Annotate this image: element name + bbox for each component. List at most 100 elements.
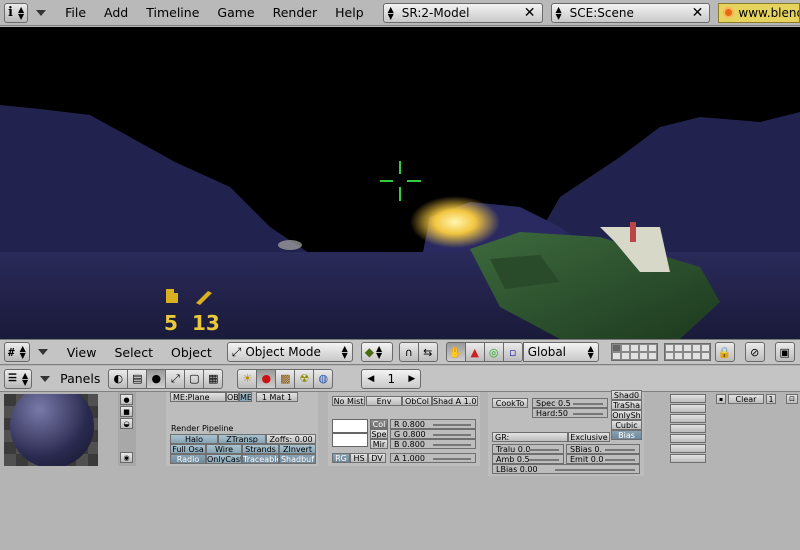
draw-type-selector[interactable]: ◆ ▲ ▼	[360, 342, 393, 362]
full-osa-button[interactable]: Full Osa	[170, 444, 206, 454]
ztransp-button[interactable]: ZTransp	[218, 434, 266, 444]
red-slider[interactable]: R 0.800	[390, 419, 476, 429]
rotate-icon[interactable]: ◎	[483, 342, 504, 362]
editor-type-selector[interactable]: # ▲ ▼	[4, 342, 30, 362]
object-icon[interactable]: ⤢	[165, 368, 186, 389]
collapse-triangle-icon[interactable]	[36, 9, 47, 16]
lock-icon[interactable]: 🔒	[714, 342, 735, 362]
wire-button[interactable]: Wire	[206, 444, 242, 454]
shad-alpha-field[interactable]: Shad A 1.00	[432, 396, 478, 406]
bias-button[interactable]: Bias	[611, 430, 642, 440]
scene-selector[interactable]: ▲ ▼ SCE:Scene ✕	[550, 2, 711, 23]
obcol-button[interactable]: ObCol	[402, 396, 432, 406]
menu-view[interactable]: View	[58, 345, 106, 360]
texture-channel-2[interactable]	[670, 404, 706, 413]
spec-slider[interactable]: Spec 0.5	[532, 398, 608, 408]
logic-icon[interactable]: ◐	[108, 368, 129, 389]
lbias-slider[interactable]: LBias 0.00	[492, 464, 640, 474]
scene-name[interactable]: SCE:Scene	[566, 6, 686, 20]
blue-slider[interactable]: B 0.800	[390, 439, 476, 449]
color-swatch-diffuse[interactable]	[332, 419, 368, 433]
mode-selector[interactable]: ⤢ Object Mode ▲ ▼	[226, 342, 353, 362]
layer-buttons-right[interactable]	[663, 343, 711, 361]
green-slider[interactable]: G 0.800	[390, 429, 476, 439]
menu-object[interactable]: Object	[162, 345, 221, 360]
preview-cube-icon[interactable]: ■	[120, 406, 133, 417]
texture-icon[interactable]: ▩	[275, 368, 296, 389]
shadbuf-button[interactable]: Shadbuf	[279, 454, 316, 464]
frame-value[interactable]: 1	[388, 372, 396, 386]
col-tab[interactable]: Col	[370, 419, 388, 429]
preview-sphere-icon[interactable]: ●	[120, 394, 133, 405]
exclusive-button[interactable]: Exclusive	[568, 432, 610, 442]
zinvert-button[interactable]: ZInvert	[279, 444, 316, 454]
frame-counter[interactable]: ◀ 1 ▶	[361, 368, 422, 389]
radiosity-icon[interactable]: ☢	[294, 368, 315, 389]
alpha-slider[interactable]: A 1.000	[390, 453, 476, 463]
onlysh-button[interactable]: OnlySh	[611, 410, 642, 420]
traceable-button[interactable]: Traceable	[242, 454, 279, 464]
texture-index[interactable]: 1	[766, 394, 776, 404]
layer-buttons-left[interactable]	[610, 343, 658, 361]
close-icon[interactable]: ✕	[518, 5, 542, 21]
render-view-icon[interactable]: ▣	[774, 342, 795, 362]
clear-texture-button[interactable]: Clear	[728, 394, 764, 404]
hand-icon[interactable]: ✋	[445, 342, 466, 362]
halo-button[interactable]: Halo	[170, 434, 218, 444]
script-icon[interactable]: ▤	[127, 368, 148, 389]
cubic-button[interactable]: Cubic	[611, 420, 642, 430]
decrement-arrow-icon[interactable]: ◀	[367, 374, 374, 384]
emit-slider[interactable]: Emit 0.0	[566, 454, 640, 464]
editor-type-selector[interactable]: i ▲ ▼	[4, 2, 29, 23]
editing-icon[interactable]: ▢	[184, 368, 205, 389]
hard-slider[interactable]: Hard:50	[532, 408, 608, 418]
material-icon[interactable]: ●	[256, 368, 277, 389]
sbias-slider[interactable]: SBias 0.	[566, 444, 640, 454]
menu-add[interactable]: Add	[95, 5, 137, 20]
hsv-mode-button[interactable]: HS	[350, 453, 368, 463]
menu-select[interactable]: Select	[105, 345, 162, 360]
lamp-icon[interactable]: ☀	[237, 368, 258, 389]
scale-icon[interactable]: ▫	[502, 342, 523, 362]
increment-arrow-icon[interactable]: ▶	[408, 374, 415, 384]
translate-icon[interactable]: ▲	[464, 342, 485, 362]
close-icon[interactable]: ✕	[686, 5, 710, 21]
zoffs-field[interactable]: Zoffs: 0.00	[266, 434, 316, 444]
radio-button[interactable]: Radio	[170, 454, 206, 464]
me-link-button[interactable]: ME	[239, 392, 252, 402]
amb-slider[interactable]: Amb 0.5	[492, 454, 564, 464]
texture-channel-1[interactable]	[670, 394, 706, 403]
dyn-mode-button[interactable]: DV	[368, 453, 386, 463]
link-icon[interactable]: ⊘	[744, 342, 765, 362]
texture-browse-icon[interactable]: ⊡	[786, 394, 798, 404]
ob-link-button[interactable]: OB	[226, 392, 239, 402]
pivot-icon[interactable]: ⇆	[417, 342, 438, 362]
shading-icon[interactable]: ●	[146, 368, 167, 389]
world-icon[interactable]: ◍	[313, 368, 334, 389]
texture-channel-4[interactable]	[670, 424, 706, 433]
texture-channel-3[interactable]	[670, 414, 706, 423]
menu-game[interactable]: Game	[208, 5, 263, 20]
onlycast-button[interactable]: OnlyCast	[206, 454, 242, 464]
screen-selector[interactable]: ▲ ▼ SR:2-Model ✕	[382, 2, 543, 23]
group-field[interactable]: GR:	[492, 432, 568, 442]
3d-viewport[interactable]: 5 13	[0, 27, 800, 339]
orientation-selector[interactable]: Global ▲ ▼	[522, 342, 599, 362]
menu-help[interactable]: Help	[326, 5, 373, 20]
rgb-mode-button[interactable]: RG	[332, 453, 350, 463]
preview-options-icon[interactable]: ◉	[120, 452, 133, 463]
env-button[interactable]: Env	[366, 396, 402, 406]
magnet-icon[interactable]: ∩	[398, 342, 419, 362]
scene-icon[interactable]: ▦	[203, 368, 224, 389]
cookto-button[interactable]: CookTo	[492, 398, 528, 408]
collapse-triangle-icon[interactable]	[40, 375, 51, 382]
tralu-slider[interactable]: Tralu 0.0	[492, 444, 564, 454]
texture-channel-6[interactable]	[670, 444, 706, 453]
menu-render[interactable]: Render	[264, 5, 327, 20]
trasha-button[interactable]: TraSha	[611, 400, 642, 410]
material-index-field[interactable]: 1 Mat 1	[256, 392, 298, 402]
texture-color-swatch[interactable]: ▪	[716, 394, 726, 404]
preview-monkey-icon[interactable]: ◒	[120, 418, 133, 429]
editor-type-selector[interactable]: ☰ ▲ ▼	[4, 368, 33, 389]
shad0-button[interactable]: Shad0	[611, 390, 642, 400]
